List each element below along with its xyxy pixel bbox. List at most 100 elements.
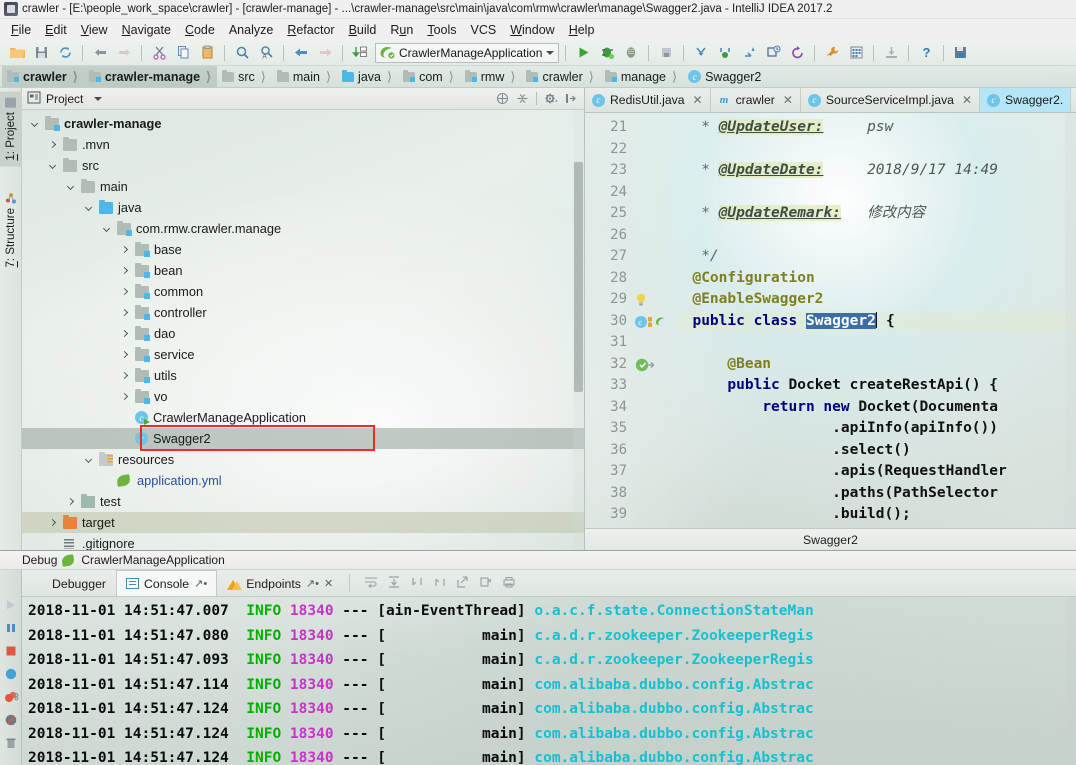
editor-tab-sourceserviceimpl[interactable]: c SourceServiceImpl.java ✕ <box>801 88 981 112</box>
scroll-down-icon[interactable] <box>410 576 424 591</box>
gutter-marker[interactable] <box>633 246 671 268</box>
project-panel-toolbar[interactable] <box>496 92 584 105</box>
close-icon[interactable]: ✕ <box>324 577 333 590</box>
chevron-down-icon[interactable] <box>64 182 77 191</box>
compile-icon[interactable] <box>349 42 371 63</box>
pin-tab-icon[interactable]: ↗• <box>194 577 207 590</box>
collapse-all-icon[interactable] <box>496 92 509 105</box>
save-all-icon[interactable] <box>30 42 52 63</box>
view-breakpoints-icon[interactable] <box>4 667 18 681</box>
scrollbar-thumb[interactable] <box>574 162 583 392</box>
tree-node-target[interactable]: target <box>22 512 584 533</box>
evaluate-icon[interactable] <box>762 42 784 63</box>
code-line[interactable]: * @UpdateUser: psw <box>675 117 1076 139</box>
code-line[interactable]: } <box>675 526 1076 529</box>
copy-icon[interactable] <box>172 42 194 63</box>
menu-item-window[interactable]: Window <box>503 21 561 39</box>
editor-tab-redisutil[interactable]: c RedisUtil.java ✕ <box>585 88 711 112</box>
gutter-marker[interactable] <box>633 461 671 483</box>
code-line[interactable] <box>675 332 1076 354</box>
breadcrumb-item-crawler[interactable]: crawler ⟩ <box>2 66 84 87</box>
stop-icon[interactable] <box>4 644 18 658</box>
code-line[interactable]: @Bean <box>675 354 1076 376</box>
gutter-marker[interactable] <box>633 418 671 440</box>
chevron-down-icon[interactable] <box>82 455 95 464</box>
chevron-right-icon[interactable] <box>118 392 131 401</box>
undo-icon[interactable] <box>89 42 111 63</box>
chevron-right-icon[interactable] <box>118 245 131 254</box>
code-line[interactable]: @Configuration <box>675 268 1076 290</box>
breadcrumb-item-manage[interactable]: manage ⟩ <box>600 66 683 87</box>
export-icon[interactable] <box>456 575 470 591</box>
breadcrumb-item-crawler-manage[interactable]: crawler-manage ⟩ <box>83 66 218 87</box>
tree-node-java[interactable]: java <box>22 197 584 218</box>
spring-bean-icon[interactable] <box>634 357 656 377</box>
gutter-marker[interactable] <box>633 397 671 419</box>
code-line[interactable]: .apiInfo(apiInfo()) <box>675 418 1076 440</box>
help-icon[interactable]: ? <box>915 42 937 63</box>
spring-bean-class-icon[interactable]: c <box>634 314 668 334</box>
code-line[interactable]: .select() <box>675 440 1076 462</box>
tree-node-gitignore[interactable]: .gitignore <box>22 533 584 550</box>
trash-icon[interactable] <box>4 736 18 750</box>
chevron-right-icon[interactable] <box>118 308 131 317</box>
console-toolbar[interactable] <box>356 570 524 596</box>
menu-item-tools[interactable]: Tools <box>420 21 463 39</box>
open-folder-icon[interactable] <box>6 42 28 63</box>
forward-icon[interactable] <box>314 42 336 63</box>
tree-node-common[interactable]: common <box>22 281 584 302</box>
console-output[interactable]: 2018-11-01 14:51:47.007 INFO 18340 --- [… <box>22 597 1076 765</box>
gutter-marker[interactable] <box>633 117 671 139</box>
menu-item-analyze[interactable]: Analyze <box>222 21 280 39</box>
paste-icon[interactable] <box>196 42 218 63</box>
breadcrumb-item-main[interactable]: main ⟩ <box>272 66 337 87</box>
stop-icon[interactable] <box>655 42 677 63</box>
clear-all-icon[interactable] <box>479 576 493 591</box>
chevron-down-icon[interactable] <box>46 161 59 170</box>
resume-program-icon[interactable] <box>4 598 18 612</box>
settings-icon[interactable] <box>4 713 18 727</box>
tree-node-service[interactable]: service <box>22 344 584 365</box>
tree-node-dao[interactable]: dao <box>22 323 584 344</box>
find-icon[interactable] <box>231 42 253 63</box>
code-editor[interactable]: 21 22 23 24 25 26 27 28 29 30 31 32 33 34 35 36 37 38 39 40… <box>585 113 1076 528</box>
close-icon[interactable]: ✕ <box>693 93 703 107</box>
intention-bulb-icon[interactable] <box>634 292 648 311</box>
gutter-marker[interactable] <box>633 504 671 526</box>
run-configuration-selector[interactable]: CrawlerManageApplication <box>375 42 560 63</box>
close-icon[interactable]: ✕ <box>783 93 793 107</box>
cut-icon[interactable] <box>148 42 170 63</box>
settings-wrench-icon[interactable] <box>821 42 843 63</box>
gutter-marker[interactable] <box>633 182 671 204</box>
scroll-up-icon[interactable] <box>433 576 447 591</box>
chevron-right-icon[interactable] <box>118 350 131 359</box>
left-tool-window-strip[interactable]: 1: Project 7: Structure <box>0 88 22 550</box>
back-icon[interactable] <box>290 42 312 63</box>
menu-item-build[interactable]: Build <box>342 21 384 39</box>
chevron-down-icon[interactable] <box>546 50 555 55</box>
chevron-down-icon[interactable] <box>28 119 41 128</box>
gutter-marker[interactable] <box>633 332 671 354</box>
code-line[interactable] <box>675 182 1076 204</box>
menu-bar[interactable]: FFileile Edit View Navigate Code Analyze… <box>0 19 1076 40</box>
menu-item-vcs[interactable]: VCS <box>464 21 504 39</box>
close-icon[interactable]: ✕ <box>962 93 972 107</box>
menu-item-navigate[interactable]: Navigate <box>115 21 178 39</box>
menu-item-help[interactable]: Help <box>562 21 602 39</box>
debug-tab-bar[interactable]: Debugger Console ↗• Endpoints ↗• ✕ <box>22 570 1076 597</box>
gutter-marker[interactable] <box>633 268 671 290</box>
step-over-icon[interactable] <box>690 42 712 63</box>
step-out-icon[interactable] <box>738 42 760 63</box>
chevron-right-icon[interactable] <box>46 140 59 149</box>
tree-node-swagger2[interactable]: c Swagger2 <box>22 428 584 449</box>
chevron-right-icon[interactable] <box>118 371 131 380</box>
project-structure-icon[interactable] <box>845 42 867 63</box>
code-line[interactable]: * @UpdateDate: 2018/9/17 14:49 <box>675 160 1076 182</box>
gutter-marker[interactable] <box>633 354 671 376</box>
scroll-to-end-icon[interactable] <box>387 575 401 591</box>
menu-item-code[interactable]: Code <box>178 21 222 39</box>
code-line[interactable]: public Docket createRestApi() { <box>675 375 1076 397</box>
console-scrollbar-vertical[interactable] <box>1066 597 1076 765</box>
soft-wrap-icon[interactable] <box>364 576 378 591</box>
menu-item-file[interactable]: FFileile <box>4 21 38 39</box>
